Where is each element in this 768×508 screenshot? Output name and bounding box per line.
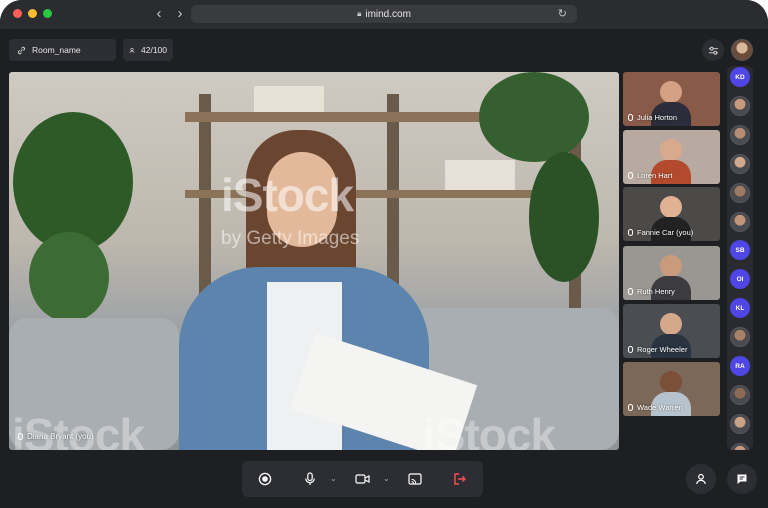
participant-count: 42/100 <box>141 45 167 55</box>
microphone-icon <box>628 404 633 411</box>
leave-call-button[interactable] <box>451 470 469 488</box>
participant-name-tag: Loren Hart <box>628 171 672 180</box>
participant-name: Julia Horton <box>637 113 678 122</box>
address-url: imind.com <box>365 8 411 20</box>
participant-name-tag: Wade Warren <box>628 403 683 412</box>
participant-name-tag: Julia Horton <box>628 113 677 122</box>
participant-tile[interactable]: Ruth Henry <box>623 246 720 300</box>
participant-initials-avatar[interactable]: OI <box>730 269 750 290</box>
microphone-icon <box>628 229 633 236</box>
participant-name-tag: Roger Wheeler <box>628 345 687 354</box>
participant-face <box>660 196 682 218</box>
participant-tile[interactable]: Julia Horton <box>623 72 720 126</box>
profile-avatar[interactable] <box>731 39 753 61</box>
microphone-button[interactable] <box>301 470 319 488</box>
participant-name-tag: Ruth Henry <box>628 287 675 296</box>
leave-icon <box>454 473 466 485</box>
participant-face <box>660 371 682 393</box>
camera-icon <box>354 474 370 484</box>
close-window-button[interactable] <box>13 9 22 18</box>
link-icon <box>17 46 26 54</box>
participant-face <box>660 313 682 335</box>
main-video: iStock by Getty Images iStock iStock Dia… <box>9 72 619 450</box>
screen-share-icon <box>408 473 422 485</box>
microphone-icon <box>18 433 23 440</box>
participant-tile[interactable]: Fannie Car (you) <box>623 187 720 241</box>
speaker-name-tag: Diana Bryant (you) <box>18 432 94 441</box>
participant-initials-avatar[interactable]: RA <box>730 356 750 376</box>
participant-photo-avatar[interactable] <box>730 95 750 116</box>
forward-icon[interactable]: › <box>172 6 188 22</box>
participant-photo-avatar[interactable] <box>730 384 750 405</box>
browser-titlebar: ‹ › 🔒︎ imind.com ↻ <box>0 0 768 29</box>
speaker-name: Diana Bryant (you) <box>27 432 94 441</box>
participant-photo-avatar[interactable] <box>730 327 750 348</box>
participant-name: Ruth Henry <box>637 287 675 296</box>
box <box>445 160 515 190</box>
lock-icon: 🔒︎ <box>357 9 362 18</box>
watermark: iStock <box>221 169 354 221</box>
settings-sliders-icon <box>708 46 718 55</box>
participants-button[interactable] <box>686 464 716 494</box>
participant-photo-avatar[interactable] <box>730 211 750 232</box>
minimize-window-button[interactable] <box>28 9 37 18</box>
maximize-window-button[interactable] <box>43 9 52 18</box>
address-bar[interactable]: 🔒︎ imind.com ↻ <box>191 5 577 23</box>
settings-button[interactable] <box>702 39 724 61</box>
participant-tile[interactable]: Roger Wheeler <box>623 304 720 358</box>
plant-right <box>479 72 589 162</box>
participant-photo-avatar[interactable] <box>730 153 750 174</box>
participant-photo-avatar[interactable] <box>730 124 750 145</box>
participant-photo-avatar[interactable] <box>730 442 750 450</box>
screen-share-button[interactable] <box>406 470 424 488</box>
camera-button[interactable] <box>353 470 371 488</box>
participant-initials-avatar[interactable]: KD <box>730 67 750 87</box>
participant-initials-avatar[interactable]: KL <box>730 298 750 319</box>
plant-right <box>529 152 599 282</box>
participant-face <box>660 255 682 277</box>
microphone-icon <box>628 172 633 179</box>
chevron-down-icon[interactable]: ⌄ <box>330 474 337 483</box>
back-icon[interactable]: ‹ <box>151 6 167 22</box>
participant-name: Loren Hart <box>637 171 673 180</box>
participant-name: Roger Wheeler <box>637 345 688 354</box>
app-window: ‹ › 🔒︎ imind.com ↻ Room_name 42/100 iSto… <box>0 0 768 508</box>
microphone-icon <box>628 114 633 121</box>
participant-name: Wade Warren <box>637 403 683 412</box>
participant-tile[interactable]: Wade Warren <box>623 362 720 416</box>
microphone-icon <box>305 472 315 485</box>
chat-icon <box>737 474 747 484</box>
participant-name: Fannie Car (you) <box>637 228 694 237</box>
plant-left <box>13 112 133 252</box>
user-icon <box>129 47 135 53</box>
participant-face <box>660 81 682 103</box>
record-button[interactable] <box>256 470 274 488</box>
watermark: iStock <box>423 409 556 450</box>
record-icon <box>258 472 272 486</box>
participant-face <box>660 139 682 161</box>
watermark: by Getty Images <box>221 228 360 249</box>
chat-button[interactable] <box>727 464 757 494</box>
participant-count-pill[interactable]: 42/100 <box>123 39 173 61</box>
participant-sidebar: KD SB OI KL RA <box>727 66 753 450</box>
books <box>254 86 324 112</box>
participant-photo-avatar[interactable] <box>730 182 750 203</box>
microphone-icon <box>628 346 633 353</box>
call-controls: ⌄ ⌄ <box>242 461 483 497</box>
participant-name-tag: Fannie Car (you) <box>628 228 693 237</box>
room-name-pill[interactable]: Room_name <box>9 39 116 61</box>
participant-tile[interactable]: Loren Hart <box>623 130 720 184</box>
reload-icon[interactable]: ↻ <box>558 7 567 20</box>
participant-photo-avatar[interactable] <box>730 413 750 434</box>
chevron-down-icon[interactable]: ⌄ <box>383 474 390 483</box>
room-name: Room_name <box>32 45 81 55</box>
person-icon <box>696 473 706 485</box>
plant-left <box>29 232 109 322</box>
participant-initials-avatar[interactable]: SB <box>730 240 750 261</box>
watermark: iStock <box>12 409 145 450</box>
microphone-icon <box>628 288 633 295</box>
